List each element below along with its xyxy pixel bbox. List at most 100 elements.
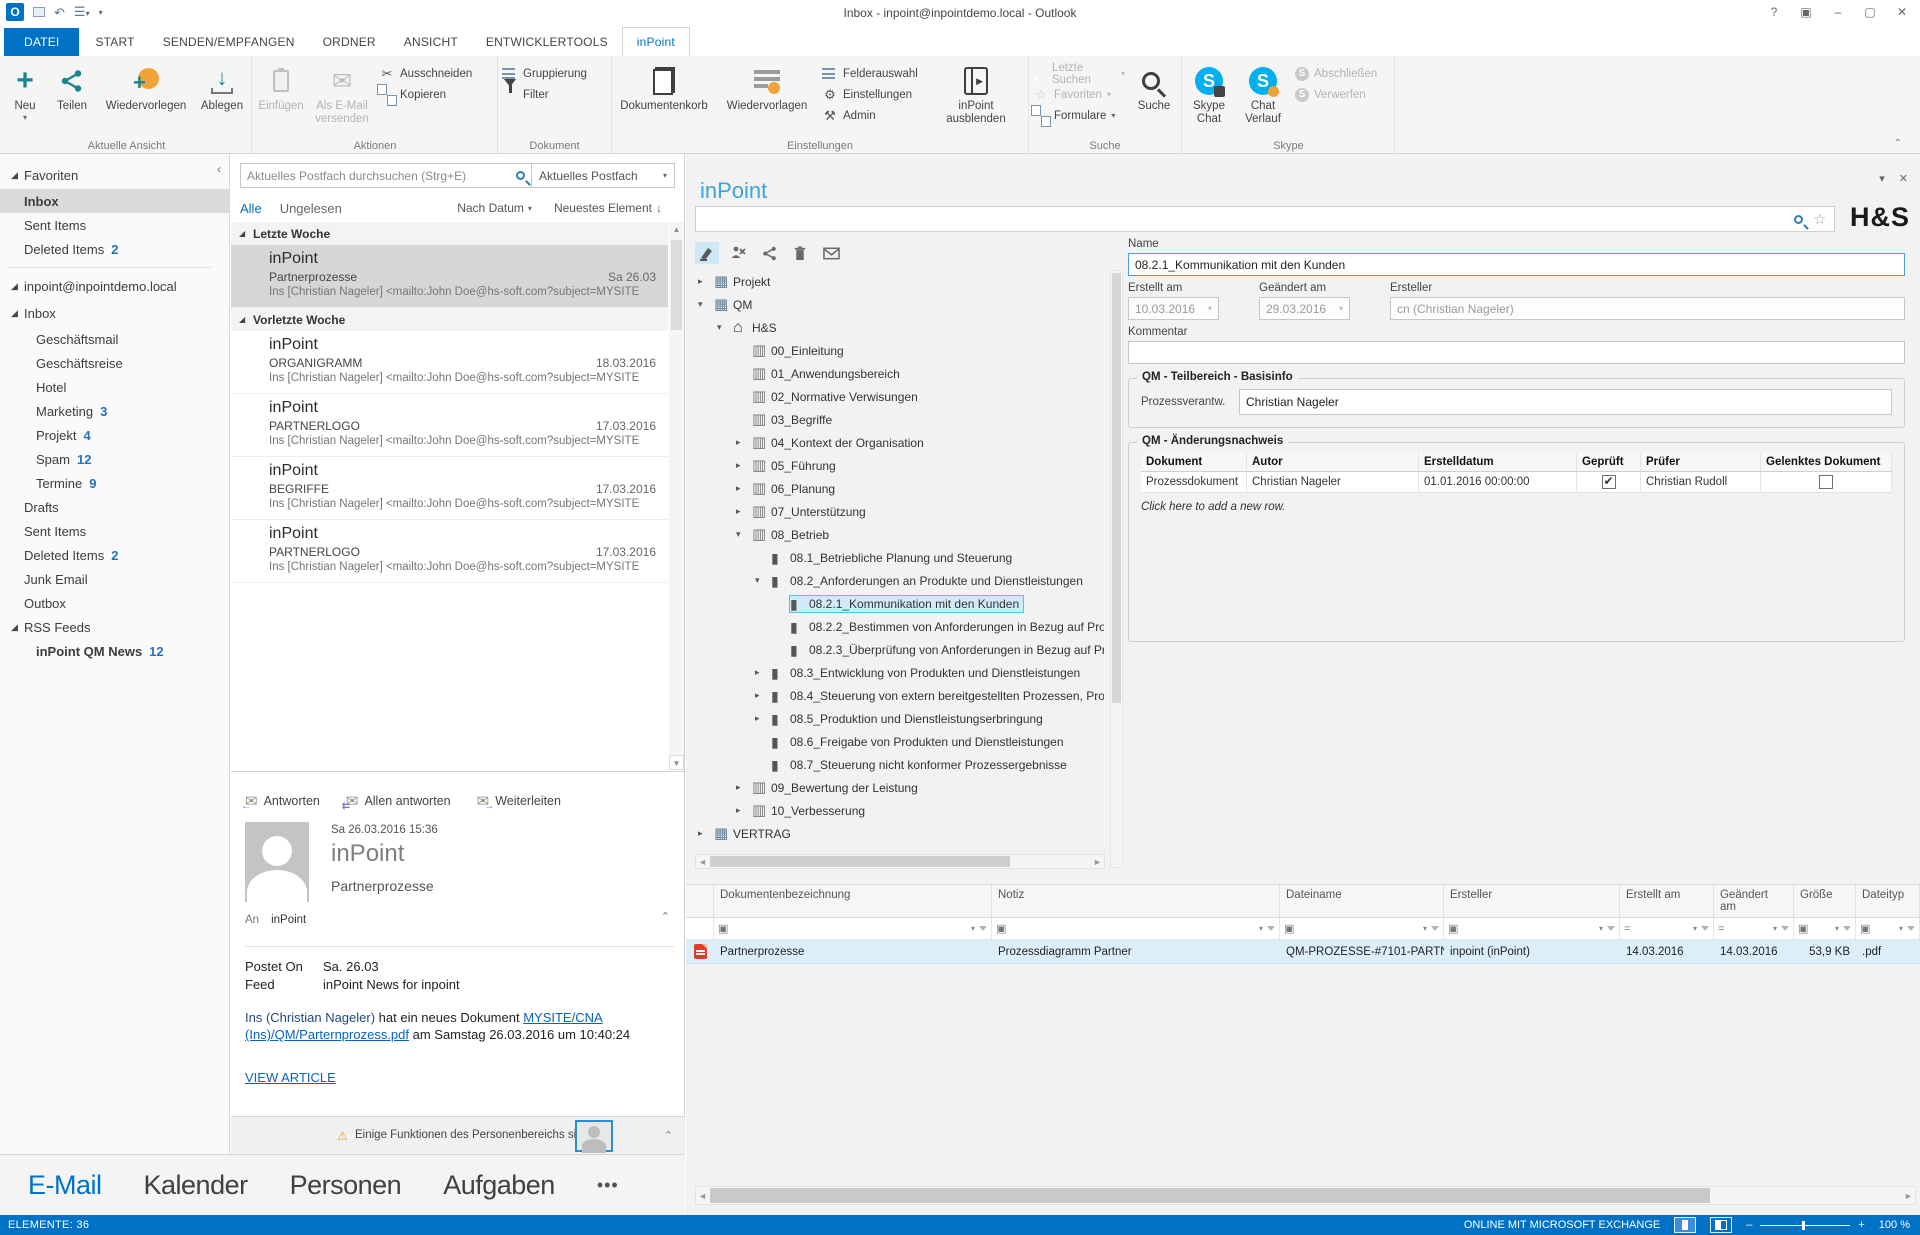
scroll-left-icon[interactable]: ◄: [696, 1187, 709, 1204]
mail-list-item[interactable]: inPoint PARTNERLOGO 17.03.2016 Ins [Chri…: [231, 394, 668, 457]
scrollbar-thumb[interactable]: [710, 1188, 1710, 1203]
gelenktes-dokument-checkbox[interactable]: [1819, 475, 1833, 489]
filter-mode-icon[interactable]: ▣: [1860, 922, 1870, 935]
panel-menu-icon[interactable]: ▾: [1879, 172, 1885, 185]
abschliessen-button[interactable]: S Abschließen: [1291, 63, 1381, 84]
favorite-star-icon[interactable]: ☆: [1813, 211, 1826, 228]
scrollbar-thumb[interactable]: [710, 856, 1010, 867]
group-expand-icon[interactable]: ◢: [239, 229, 253, 238]
stamp-tool-button[interactable]: [695, 242, 719, 264]
dokumentenkorb-button[interactable]: Dokumentenkorb: [612, 60, 716, 136]
filter-cell[interactable]: = ▾: [1714, 918, 1794, 940]
expand-people-pane-icon[interactable]: ⌃: [664, 1129, 673, 1142]
ribbon-tab[interactable]: ORDNER: [309, 28, 390, 56]
ablegen-button[interactable]: ↓ Ablegen: [196, 60, 248, 136]
filter-cell[interactable]: ▣ ▾: [1856, 918, 1920, 940]
reply-button[interactable]: ✉ ← Antworten: [241, 792, 320, 812]
nav-item[interactable]: Aufgaben: [443, 1170, 555, 1201]
filter-cell[interactable]: ▣ ▾: [1444, 918, 1620, 940]
folder-item[interactable]: ◢ RSS Feeds: [0, 615, 229, 639]
tab-alle[interactable]: Alle: [240, 201, 262, 216]
sort-direction-button[interactable]: Neuestes Element: [554, 201, 652, 215]
chevron-down-icon[interactable]: ▾: [1899, 924, 1903, 933]
search-icon[interactable]: [1794, 214, 1804, 224]
folder-item[interactable]: Sent Items: [0, 213, 229, 237]
folder-item[interactable]: Drafts: [0, 495, 229, 519]
folder-expand-icon[interactable]: ◢: [11, 281, 24, 292]
panel-horizontal-scrollbar[interactable]: ◄ ►: [695, 1186, 1916, 1205]
tree-item[interactable]: 08.2.3_Überprüfung von Anforderungen in …: [686, 638, 1104, 661]
tree-expand-icon[interactable]: ▾: [717, 322, 732, 333]
share-button[interactable]: [757, 242, 781, 264]
group-expand-icon[interactable]: ◢: [239, 315, 253, 324]
document-row[interactable]: Partnerprozesse Prozessdiagramm Partner …: [686, 940, 1920, 964]
filter-mode-icon[interactable]: =: [1624, 923, 1630, 935]
mail-list-item[interactable]: inPoint BEGRIFFE 17.03.2016 Ins [Christi…: [231, 457, 668, 520]
column-header[interactable]: Notiz: [992, 885, 1280, 917]
tree-item[interactable]: ▸ 04_Kontext der Organisation: [686, 431, 1104, 454]
tree-item[interactable]: 00_Einleitung: [686, 339, 1104, 362]
help-button[interactable]: ?: [1760, 2, 1788, 22]
tree-item[interactable]: ▸ VERTRAG: [686, 822, 1104, 845]
column-header[interactable]: Größe: [1794, 885, 1856, 917]
column-header[interactable]: Dokument: [1141, 453, 1247, 472]
als-email-versenden-button[interactable]: ✉ Als E-Mail versenden: [309, 60, 375, 136]
chevron-down-icon[interactable]: ▾: [971, 924, 975, 933]
tree-expand-icon[interactable]: ▾: [755, 575, 770, 586]
zoom-slider[interactable]: [1760, 1220, 1851, 1230]
folder-expand-icon[interactable]: ◢: [11, 622, 24, 633]
clear-filter-icon[interactable]: [1431, 926, 1439, 931]
zoom-level[interactable]: 100 %: [1879, 1219, 1910, 1231]
name-field[interactable]: 08.2.1_Kommunikation mit den Kunden: [1128, 253, 1905, 276]
clear-filter-icon[interactable]: [1701, 926, 1709, 931]
folder-item[interactable]: Deleted Items 2: [0, 543, 229, 567]
tree-item[interactable]: 08.6_Freigabe von Produkten und Dienstle…: [686, 730, 1104, 753]
favoriten-button[interactable]: ☆ Favoriten ▾: [1029, 84, 1129, 105]
tree-item[interactable]: ▸ Projekt: [686, 270, 1104, 293]
tree-item[interactable]: 02_Normative Verwisungen: [686, 385, 1104, 408]
add-row-hint[interactable]: Click here to add a new row.: [1141, 501, 1892, 513]
folder-item[interactable]: Spam 12: [0, 447, 229, 471]
column-header[interactable]: Dokumentenbezeichnung: [714, 885, 992, 917]
ribbon-tab[interactable]: SENDEN/EMPFANGEN: [149, 28, 309, 56]
column-header[interactable]: Ersteller: [1444, 885, 1620, 917]
tree-expand-icon[interactable]: ▸: [736, 782, 751, 793]
clear-filter-icon[interactable]: [1843, 926, 1851, 931]
nav-item[interactable]: Personen: [290, 1170, 402, 1201]
wiedervorlagen-button[interactable]: Wiedervorlagen: [716, 60, 818, 136]
tree-item[interactable]: ▸ 05_Führung: [686, 454, 1104, 477]
ribbon-display-button[interactable]: ▣: [1792, 2, 1820, 22]
verwerfen-button[interactable]: S Verwerfen: [1291, 84, 1381, 105]
tree-expand-icon[interactable]: ▾: [736, 529, 751, 540]
tree-item[interactable]: ▾ 08_Betrieb: [686, 523, 1104, 546]
tree-item[interactable]: ▸ 10_Verbesserung: [686, 799, 1104, 822]
clear-filter-icon[interactable]: [1907, 926, 1915, 931]
einstellungen-button[interactable]: ⚙ Einstellungen: [818, 84, 938, 105]
column-header[interactable]: Erstelldatum: [1419, 453, 1577, 472]
clear-filter-icon[interactable]: [1781, 926, 1789, 931]
folder-item[interactable]: Sent Items: [0, 519, 229, 543]
folder-expand-icon[interactable]: ◢: [11, 170, 24, 181]
tree-item[interactable]: ▾ H&S: [686, 316, 1104, 339]
zoom-in-button[interactable]: +: [1858, 1219, 1864, 1231]
folder-item[interactable]: [0, 261, 229, 273]
mail-search-input[interactable]: Aktuelles Postfach durchsuchen (Strg+E): [240, 163, 532, 188]
column-header[interactable]: Geprüft: [1577, 453, 1641, 472]
tree-item[interactable]: ▾ 08.2_Anforderungen an Produkte und Die…: [686, 569, 1104, 592]
chat-verlauf-button[interactable]: S Chat Verlauf: [1235, 60, 1291, 136]
tree-item[interactable]: 08.7_Steuerung nicht konformer Prozesser…: [686, 753, 1104, 776]
chevron-down-icon[interactable]: ▾: [1423, 924, 1427, 933]
filter-mode-icon[interactable]: ▣: [1798, 922, 1808, 935]
tree-item[interactable]: ▸ 08.4_Steuerung von extern bereitgestel…: [686, 684, 1104, 707]
layout-view-button[interactable]: [1710, 1217, 1733, 1233]
scroll-right-icon[interactable]: ►: [1091, 855, 1104, 868]
tree-expand-icon[interactable]: ▸: [736, 437, 751, 448]
felderauswahl-button[interactable]: Felderauswahl: [818, 63, 938, 84]
ribbon-tab[interactable]: ENTWICKLERTOOLS: [472, 28, 622, 56]
folder-item[interactable]: Geschäftsmail: [0, 327, 229, 351]
sort-by-dropdown[interactable]: Nach Datum: [457, 201, 524, 215]
scroll-up-icon[interactable]: ▲: [669, 222, 684, 237]
ribbon-tab[interactable]: ANSICHT: [390, 28, 472, 56]
ribbon-tab[interactable]: START: [81, 28, 148, 56]
scrollbar-thumb[interactable]: [671, 240, 682, 330]
